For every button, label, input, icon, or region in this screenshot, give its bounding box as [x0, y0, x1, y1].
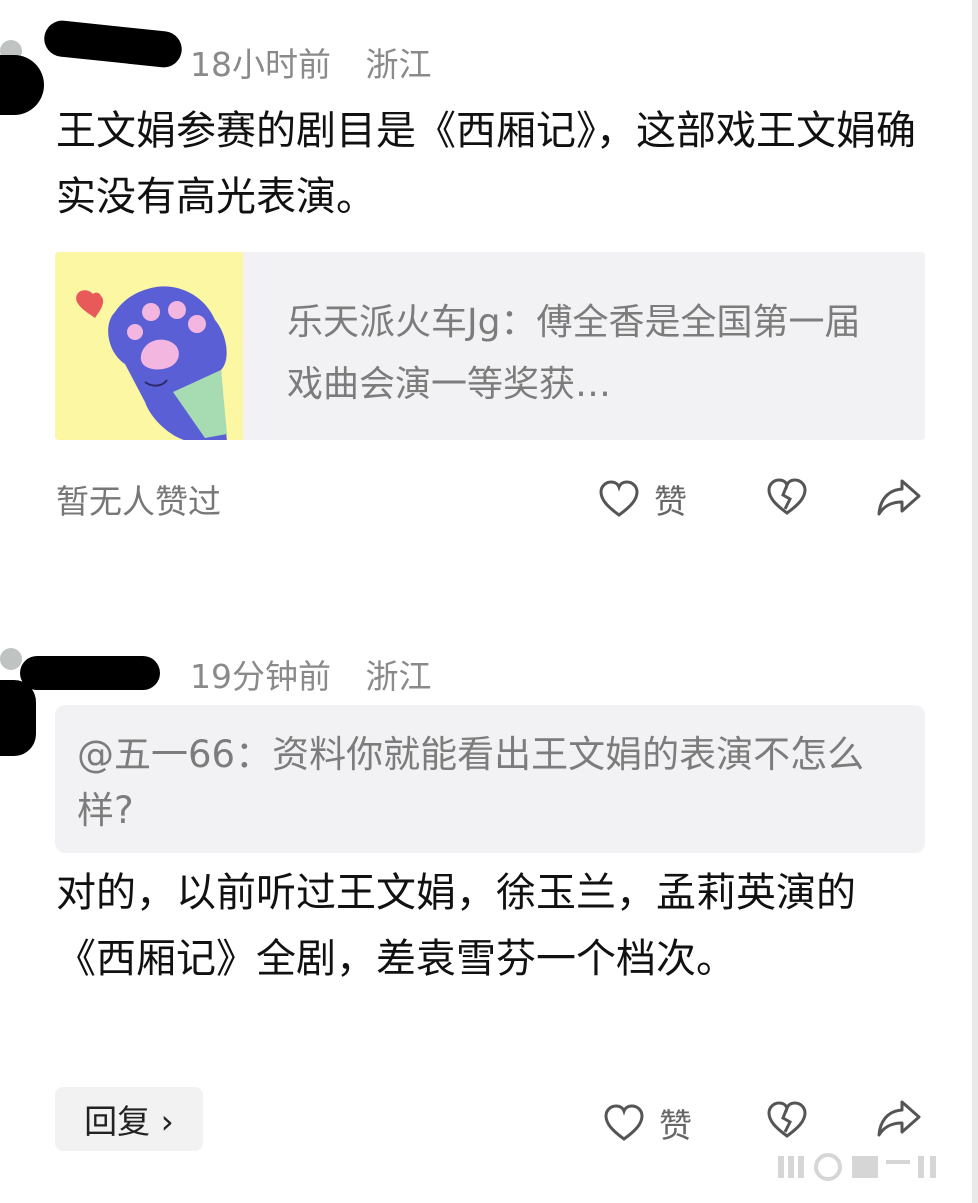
- comment-body: 对的，以前听过王文娟，徐玉兰，孟莉英演的《西厢记》全剧，差袁雪芬一个档次。: [56, 870, 856, 982]
- share-button[interactable]: [876, 1098, 922, 1138]
- likes-status: 暂无人赞过: [56, 482, 221, 521]
- share-arrow-icon: [877, 479, 921, 516]
- screen-edge: [972, 0, 978, 1203]
- redaction-mark: [42, 18, 184, 70]
- quoted-comment-text: 乐天派火车Jg：傅全香是全国第一届戏曲会演一等奖获…: [287, 302, 861, 405]
- redaction-mark: [0, 55, 44, 115]
- quoted-comment-card[interactable]: 乐天派火车Jg：傅全香是全国第一届戏曲会演一等奖获…: [55, 252, 925, 440]
- comment-time: 18小时前: [190, 45, 331, 84]
- like-button[interactable]: 赞: [598, 475, 687, 523]
- like-label: 赞: [654, 482, 687, 521]
- comment-body: 王文娟参赛的剧目是《西厢记》，这部戏王文娟确实没有高光表演。: [56, 108, 916, 220]
- like-button[interactable]: 赞: [603, 1099, 692, 1147]
- like-label: 赞: [659, 1106, 692, 1145]
- replied-comment-quote[interactable]: @五一66：资料你就能看出王文娟的表演不怎么样?: [55, 705, 925, 853]
- watermark-logo: [778, 1153, 936, 1181]
- dislike-button[interactable]: [766, 1100, 808, 1140]
- comment-time: 19分钟前: [190, 657, 331, 696]
- comment-meta: 19分钟前 浙江: [190, 650, 432, 698]
- dislike-button[interactable]: [766, 477, 808, 517]
- paw-icon: [76, 286, 227, 440]
- broken-heart-icon: [767, 478, 807, 515]
- redaction-mark: [0, 680, 36, 756]
- paw-thumbnail: [55, 252, 243, 440]
- comment-location: 浙江: [365, 657, 432, 696]
- heart-outline-icon: [599, 480, 639, 517]
- heart-outline-icon: [604, 1104, 644, 1141]
- broken-heart-icon: [767, 1101, 807, 1138]
- redaction-mark: [20, 656, 160, 690]
- share-button[interactable]: [876, 477, 922, 517]
- avatar[interactable]: [0, 648, 22, 670]
- comment-meta: 18小时前 浙江: [190, 38, 432, 86]
- comment-location: 浙江: [365, 45, 432, 84]
- replied-comment-text: @五一66：资料你就能看出王文娟的表演不怎么样?: [77, 733, 865, 832]
- share-arrow-icon: [877, 1100, 921, 1137]
- reply-button[interactable]: 回复 ›: [55, 1087, 203, 1151]
